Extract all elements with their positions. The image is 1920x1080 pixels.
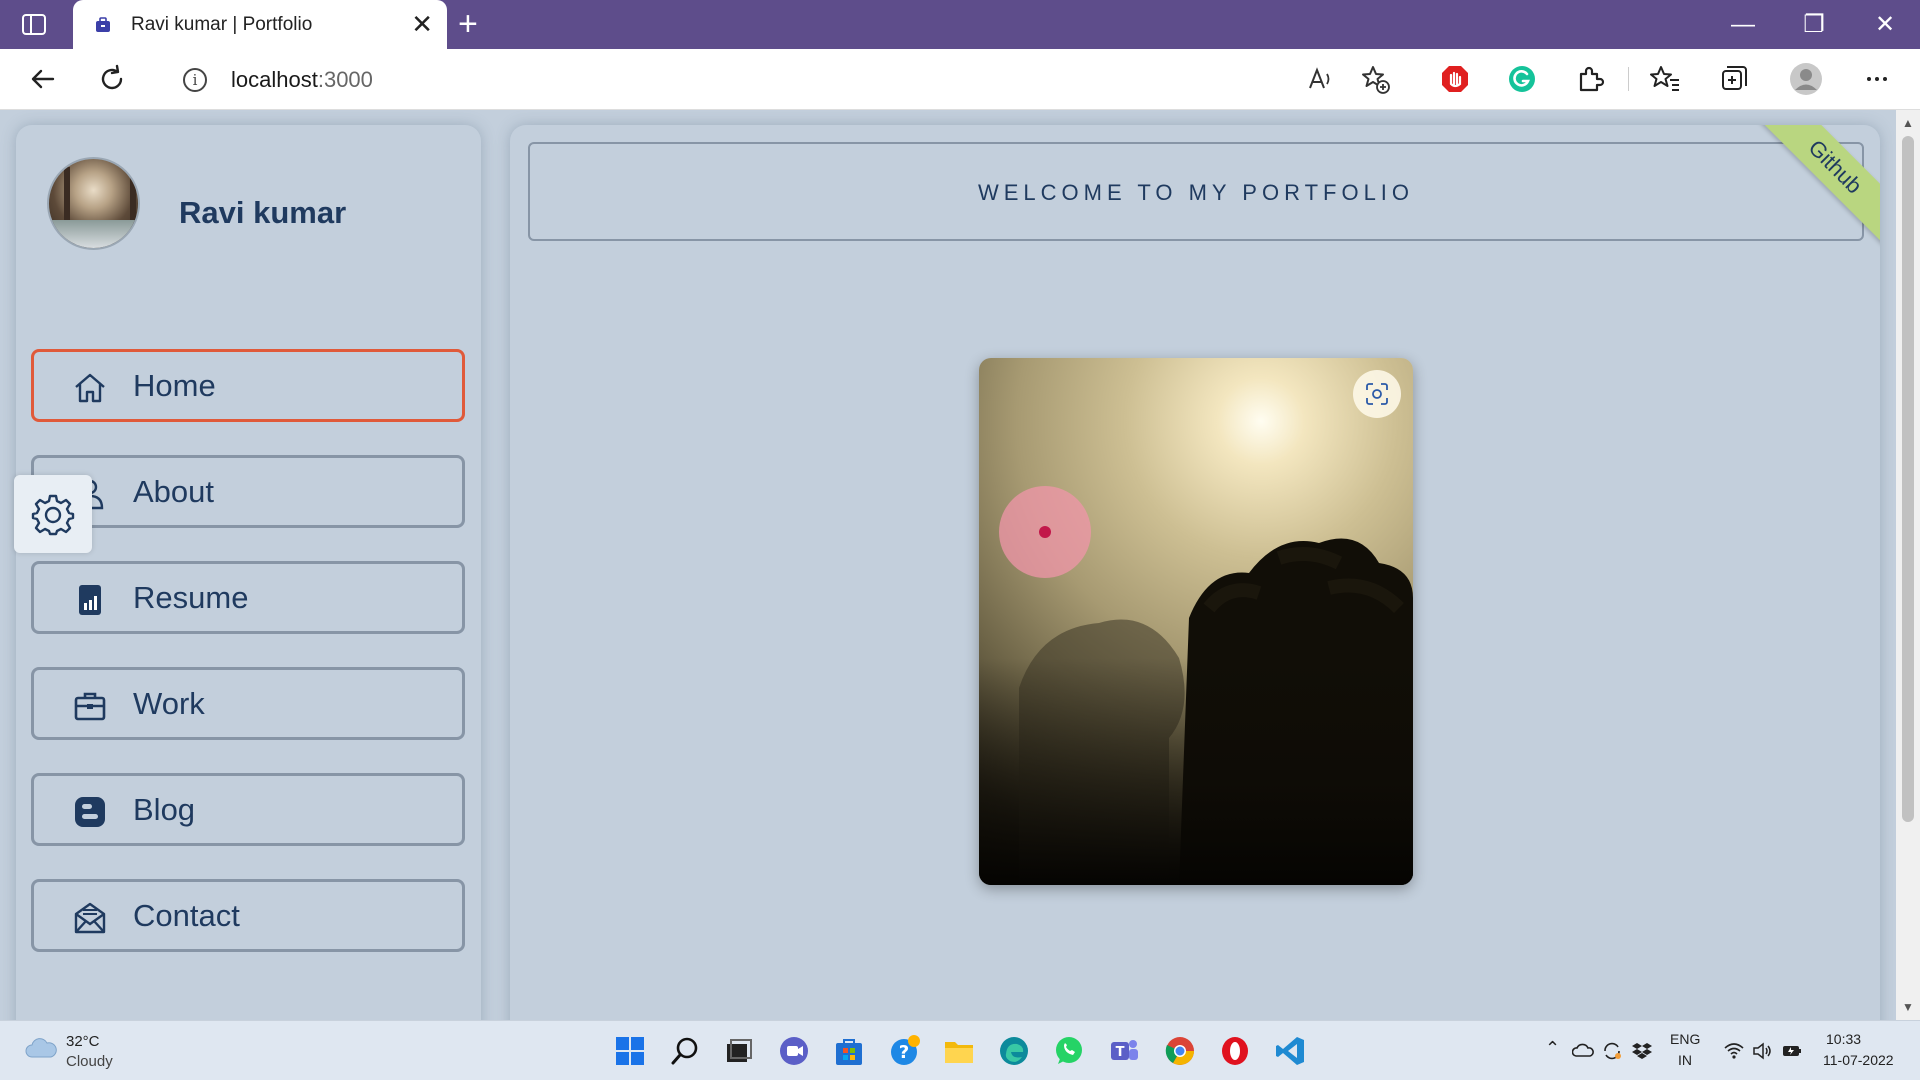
theme-settings-button[interactable] xyxy=(14,475,92,553)
windows-taskbar: 32°C Cloudy ? T ⌃ ENG IN 10:33 11-07-202… xyxy=(0,1020,1920,1080)
blogger-icon xyxy=(75,797,105,827)
nav-resume-label: Resume xyxy=(133,580,249,615)
toolbar-divider xyxy=(1628,67,1629,91)
onedrive-sync-icon[interactable] xyxy=(1572,1040,1594,1062)
nav-work-label: Work xyxy=(133,686,205,721)
tab-actions-icon[interactable] xyxy=(22,14,46,35)
file-explorer-icon[interactable] xyxy=(942,1034,976,1068)
tray-chevron-up-icon[interactable]: ⌃ xyxy=(1545,1038,1560,1059)
nav-about-button[interactable]: About xyxy=(31,455,465,528)
dropbox-icon[interactable] xyxy=(1631,1040,1653,1062)
tree-silhouette xyxy=(979,538,1413,885)
weather-temperature[interactable]: 32°C xyxy=(66,1033,100,1050)
search-icon[interactable] xyxy=(668,1034,702,1068)
mouse-cursor-highlight xyxy=(999,486,1091,578)
restore-button[interactable]: ❐ xyxy=(1784,0,1844,49)
visual-search-button[interactable] xyxy=(1353,370,1401,418)
cloud-weather-icon[interactable] xyxy=(24,1035,58,1059)
ms-teams-icon[interactable]: T xyxy=(1107,1034,1141,1068)
battery-charging-icon[interactable] xyxy=(1781,1040,1803,1062)
refresh-icon[interactable] xyxy=(95,62,129,96)
gear-icon xyxy=(31,494,75,536)
profile-avatar-icon[interactable] xyxy=(1789,62,1823,96)
chrome-icon[interactable] xyxy=(1163,1034,1197,1068)
vscode-icon[interactable] xyxy=(1273,1034,1307,1068)
visual-search-icon xyxy=(1366,383,1388,405)
welcome-banner: WELCOME TO MY PORTFOLIO xyxy=(528,142,1864,241)
read-aloud-icon[interactable] xyxy=(1303,62,1337,96)
browser-toolbar: i localhost:3000 xyxy=(0,49,1920,110)
browser-titlebar: Ravi kumar | Portfolio ✕ + — ❐ ✕ xyxy=(0,0,1920,49)
briefcase-icon xyxy=(74,692,106,721)
profile-avatar xyxy=(47,157,140,250)
back-icon[interactable] xyxy=(26,62,60,96)
more-menu-icon[interactable] xyxy=(1860,62,1894,96)
language-indicator-bottom[interactable]: IN xyxy=(1678,1052,1692,1068)
new-tab-button[interactable]: + xyxy=(458,6,478,42)
nav-contact-label: Contact xyxy=(133,898,240,933)
teams-chat-icon[interactable] xyxy=(777,1034,811,1068)
favorites-icon[interactable] xyxy=(1648,62,1682,96)
clock-date[interactable]: 11-07-2022 xyxy=(1823,1052,1894,1068)
weather-description[interactable]: Cloudy xyxy=(66,1053,113,1070)
task-view-icon[interactable] xyxy=(722,1034,756,1068)
adblock-extension-icon[interactable] xyxy=(1438,62,1472,96)
edge-browser-icon[interactable] xyxy=(997,1034,1031,1068)
url-text[interactable]: localhost:3000 xyxy=(231,67,373,93)
nav-blog-button[interactable]: Blog xyxy=(31,773,465,846)
language-indicator-top[interactable]: ENG xyxy=(1670,1031,1700,1047)
windows-start-icon[interactable] xyxy=(613,1034,647,1068)
volume-icon[interactable] xyxy=(1751,1040,1773,1062)
tab-title: Ravi kumar | Portfolio xyxy=(131,14,313,35)
nav-resume-button[interactable]: Resume xyxy=(31,561,465,634)
tab-close-icon[interactable]: ✕ xyxy=(411,10,433,38)
wifi-icon[interactable] xyxy=(1723,1040,1745,1062)
sidebar: Ravi kumar Home About Resume Work Blog C… xyxy=(16,125,481,1020)
main-panel: WELCOME TO MY PORTFOLIO Github xyxy=(510,125,1880,1020)
page-scrollbar[interactable]: ▲ ▼ xyxy=(1896,110,1920,1020)
browser-tab[interactable]: Ravi kumar | Portfolio ✕ xyxy=(73,0,447,49)
whatsapp-icon[interactable] xyxy=(1052,1034,1086,1068)
nav-home-label: Home xyxy=(133,368,216,403)
nav-about-label: About xyxy=(133,474,215,509)
svg-text:T: T xyxy=(1116,1045,1125,1060)
nav-home-button[interactable]: Home xyxy=(31,349,465,422)
nav-blog-label: Blog xyxy=(133,792,196,827)
sync-icon[interactable] xyxy=(1601,1040,1623,1062)
extensions-icon[interactable] xyxy=(1573,62,1607,96)
briefcase-favicon-icon xyxy=(96,17,110,32)
chart-file-icon xyxy=(79,585,101,615)
grammarly-extension-icon[interactable] xyxy=(1505,62,1539,96)
home-icon xyxy=(75,373,105,403)
nav-work-button[interactable]: Work xyxy=(31,667,465,740)
get-help-icon[interactable]: ? xyxy=(887,1034,921,1068)
address-bar[interactable]: i localhost:3000 xyxy=(155,55,1410,103)
scroll-up-arrow-icon[interactable]: ▲ xyxy=(1902,116,1914,130)
minimize-button[interactable]: — xyxy=(1713,0,1773,49)
clock-time[interactable]: 10:33 xyxy=(1826,1031,1861,1047)
opera-icon[interactable] xyxy=(1218,1034,1252,1068)
welcome-heading: WELCOME TO MY PORTFOLIO xyxy=(977,180,1415,205)
collections-icon[interactable] xyxy=(1717,62,1751,96)
scroll-down-arrow-icon[interactable]: ▼ xyxy=(1902,1000,1914,1014)
nav-contact-button[interactable]: Contact xyxy=(31,879,465,952)
mail-open-icon xyxy=(74,902,106,934)
hero-photo xyxy=(979,358,1413,885)
page-viewport: Ravi kumar Home About Resume Work Blog C… xyxy=(0,110,1896,1020)
profile-name: Ravi kumar xyxy=(179,195,347,230)
microsoft-store-icon[interactable] xyxy=(832,1034,866,1068)
close-window-button[interactable]: ✕ xyxy=(1855,0,1915,49)
add-favorite-icon[interactable] xyxy=(1358,62,1392,96)
scroll-thumb[interactable] xyxy=(1902,136,1914,822)
site-info-icon[interactable]: i xyxy=(183,68,207,92)
svg-text:?: ? xyxy=(899,1042,909,1063)
